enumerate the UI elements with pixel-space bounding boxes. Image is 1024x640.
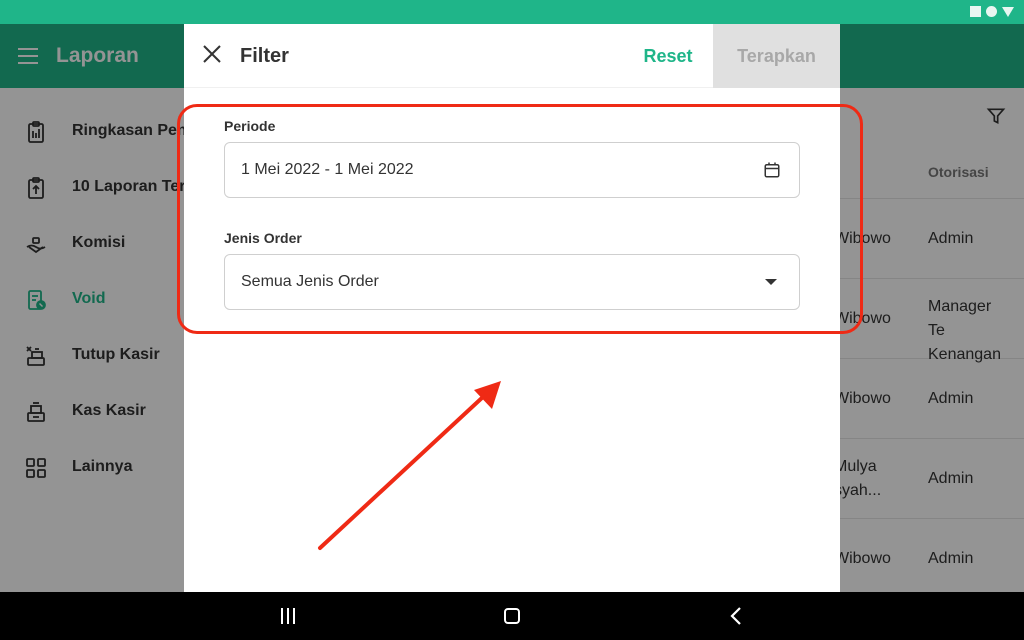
filter-header: Filter Reset Terapkan [184, 24, 840, 88]
status-circle-icon [986, 6, 997, 17]
apply-button[interactable]: Terapkan [713, 24, 840, 88]
reset-button[interactable]: Reset [624, 24, 712, 88]
status-triangle-icon [1002, 6, 1014, 17]
annotation-highlight-box [177, 104, 863, 334]
filter-title: Filter [240, 45, 289, 67]
status-icons [970, 6, 1014, 17]
recent-apps-icon[interactable] [268, 604, 308, 628]
status-bar [0, 0, 1024, 24]
system-navigation-bar [0, 592, 1024, 640]
close-icon[interactable] [202, 44, 222, 64]
home-icon[interactable] [492, 604, 532, 628]
back-icon[interactable] [716, 604, 756, 628]
status-square-icon [970, 6, 981, 17]
